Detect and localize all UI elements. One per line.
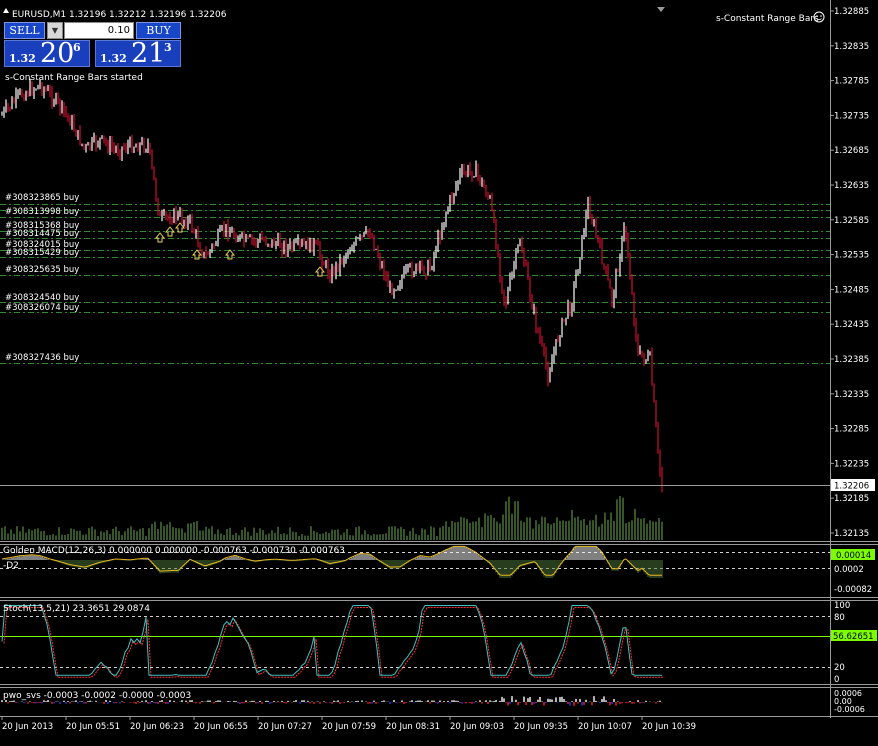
trading-chart-window: EURUSD,M1 1.32196 1.32212 1.32196 1.3220… — [0, 0, 878, 742]
buy-button[interactable]: BUY — [136, 22, 181, 39]
macd-title: Golden MACD(12,26,3) 0.000000 0.000000 -… — [3, 546, 345, 556]
stoch-axis-80: 80 — [834, 613, 845, 623]
order-label[interactable]: #308315429 buy — [5, 248, 79, 258]
price-axis-label: 1.32335 — [834, 390, 869, 400]
stoch-current-value: 56.62651 — [833, 632, 874, 642]
stoch-title: Stoch(13,5,21) 23.3651 29.0874 — [3, 604, 150, 614]
sell-quote-sup: 6 — [73, 41, 81, 54]
order-label[interactable]: #308327436 buy — [5, 353, 79, 363]
symbol-title: EURUSD,M1 1.32196 1.32212 1.32196 1.3220… — [12, 10, 227, 20]
lot-dropdown-arrow-icon[interactable]: ▼ — [47, 22, 63, 39]
buy-quote-sup: 3 — [164, 41, 172, 54]
time-axis-label: 20 Jun 10:07 — [578, 722, 632, 732]
price-axis-label: 1.32785 — [834, 77, 869, 87]
order-label[interactable]: #308326074 buy — [5, 303, 79, 313]
time-axis-label: 20 Jun 06:23 — [130, 722, 184, 732]
price-axis-label: 1.32485 — [834, 285, 869, 295]
buy-quote-prefix: 1.32 — [100, 52, 127, 65]
indicator-name: s-Constant Range Bars — [716, 14, 819, 24]
price-axis-label: 1.32835 — [834, 42, 869, 52]
order-label[interactable]: #308314475 buy — [5, 229, 79, 239]
macd-axis-top: 0.0002 — [834, 565, 864, 575]
price-axis-label: 1.32235 — [834, 459, 869, 469]
macd-axis-bottom: -0.00082 — [834, 585, 872, 595]
time-axis-label: 20 Jun 09:35 — [514, 722, 568, 732]
price-axis-label: 1.32385 — [834, 355, 869, 365]
time-axis-label: 20 Jun 07:59 — [322, 722, 376, 732]
one-click-trading-panel: SELL ▼ BUY 1.32 20 6 1.32 21 3 — [4, 22, 181, 69]
macd-sub-label: -D2 — [3, 561, 19, 571]
current-price-tag: 1.32206 — [831, 479, 875, 492]
price-axis-label: 1.32735 — [834, 111, 869, 121]
order-label[interactable]: #308324540 buy — [5, 293, 79, 303]
pwo-axis-bottom: -0.0006 — [834, 705, 865, 714]
stoch-axis-0: 0 — [834, 675, 839, 685]
price-axis-label: 1.32185 — [834, 494, 869, 504]
time-axis-label: 20 Jun 06:55 — [194, 722, 248, 732]
price-axis-label: 1.32635 — [834, 181, 869, 191]
stoch-axis-20: 20 — [834, 663, 845, 673]
current-price-label: 1.32206 — [834, 482, 869, 492]
price-axis-label: 1.32535 — [834, 251, 869, 261]
order-label[interactable]: #308323865 buy — [5, 193, 79, 203]
chart-canvas[interactable]: EURUSD,M1 1.32196 1.32212 1.32196 1.3220… — [0, 0, 878, 742]
time-axis-label: 20 Jun 05:51 — [66, 722, 120, 732]
sell-quote-big: 20 — [40, 38, 75, 69]
time-axis-label: 20 Jun 07:27 — [258, 722, 312, 732]
sell-quote[interactable]: 1.32 20 6 — [4, 38, 90, 69]
lot-size-input[interactable] — [64, 22, 134, 39]
buy-quote-big: 21 — [131, 38, 166, 69]
macd-current-value: 0.00014 — [836, 551, 871, 561]
time-axis-label: 20 Jun 08:31 — [386, 722, 440, 732]
price-axis-label: 1.32585 — [834, 216, 869, 226]
price-axis-label: 1.32885 — [834, 7, 869, 17]
price-axis-label: 1.32285 — [834, 425, 869, 435]
order-label[interactable]: #308325635 buy — [5, 265, 79, 275]
stoch-axis-100: 100 — [834, 601, 850, 611]
order-label[interactable]: #308313998 buy — [5, 207, 79, 217]
pwo-title: pwo_svs -0.0003 -0.0002 -0.0000 -0.0003 — [3, 691, 191, 701]
time-axis-label: 20 Jun 10:39 — [642, 722, 696, 732]
price-axis-label: 1.32435 — [834, 320, 869, 330]
time-axis-label: 20 Jun 2013 — [2, 722, 53, 732]
buy-quote[interactable]: 1.32 21 3 — [95, 38, 181, 69]
status-message: s-Constant Range Bars started — [5, 73, 143, 83]
price-axis-label: 1.32685 — [834, 146, 869, 156]
price-axis-label: 1.32135 — [834, 529, 869, 539]
sell-quote-prefix: 1.32 — [9, 52, 36, 65]
sell-button[interactable]: SELL — [4, 22, 45, 39]
time-axis-label: 20 Jun 09:03 — [450, 722, 504, 732]
